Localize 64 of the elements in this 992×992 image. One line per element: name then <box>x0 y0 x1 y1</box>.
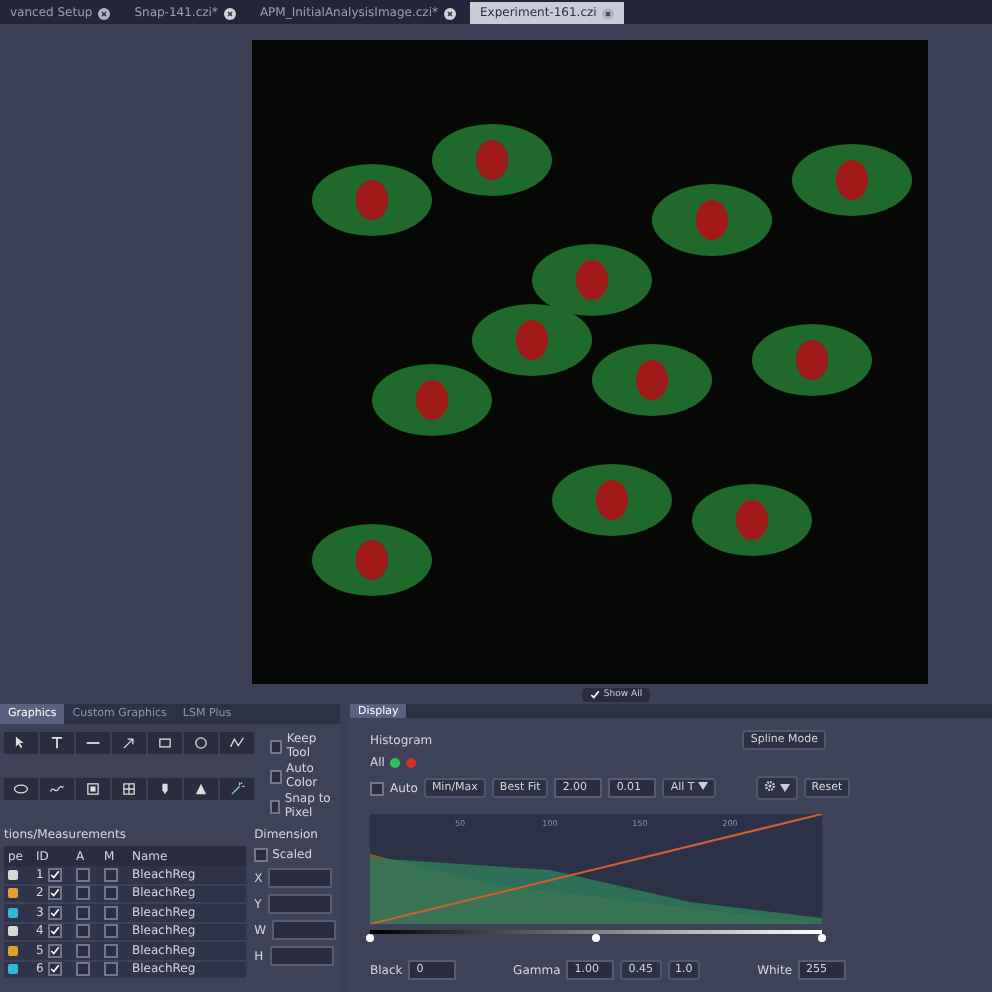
channel-dot[interactable] <box>390 758 401 768</box>
tool-button[interactable] <box>4 732 38 754</box>
frame-icon <box>84 779 102 797</box>
checkbox[interactable] <box>104 867 118 882</box>
close-icon[interactable] <box>602 7 615 19</box>
tool-button[interactable] <box>148 732 182 754</box>
close-icon[interactable] <box>444 7 456 19</box>
checkbox[interactable] <box>47 943 62 958</box>
checkbox[interactable] <box>104 962 118 977</box>
checkbox[interactable] <box>76 867 90 882</box>
slider-handle[interactable] <box>366 934 374 942</box>
checkbox[interactable] <box>47 867 62 882</box>
tool-button[interactable] <box>112 732 146 754</box>
tool-button[interactable] <box>4 777 38 799</box>
caret-icon <box>779 784 790 792</box>
caret-icon <box>698 782 708 790</box>
checkbox[interactable] <box>270 739 283 753</box>
tool-button[interactable] <box>40 732 74 754</box>
number-field[interactable] <box>268 868 333 888</box>
text-icon <box>48 734 66 752</box>
wand-icon <box>228 779 246 797</box>
checkbox[interactable] <box>47 886 62 901</box>
circle-icon <box>192 734 210 752</box>
checkbox[interactable] <box>104 886 118 901</box>
tool-button[interactable] <box>112 777 146 799</box>
slider-handle[interactable] <box>592 934 600 942</box>
checkbox[interactable] <box>76 924 90 939</box>
tool-button[interactable] <box>40 777 74 799</box>
check-icon <box>589 689 600 699</box>
checkbox[interactable] <box>76 943 90 958</box>
gear-icon <box>764 780 776 792</box>
tool-button[interactable] <box>76 732 110 754</box>
tool-button[interactable] <box>184 777 218 799</box>
close-icon[interactable] <box>223 7 236 19</box>
channel-dot[interactable] <box>406 758 417 768</box>
checkbox[interactable] <box>76 905 90 920</box>
checkbox[interactable] <box>104 905 118 920</box>
slider-handle[interactable] <box>818 934 826 942</box>
arrow-icon <box>120 734 138 752</box>
checkbox[interactable] <box>47 924 62 939</box>
ellipse-icon <box>12 779 30 797</box>
marker-icon <box>156 779 174 797</box>
checkbox[interactable] <box>76 886 90 901</box>
tool-button[interactable] <box>148 777 182 799</box>
number-field[interactable] <box>267 894 332 914</box>
tool-button[interactable] <box>184 732 218 754</box>
checkbox[interactable] <box>370 781 384 795</box>
checkbox[interactable] <box>270 769 282 783</box>
checkbox[interactable] <box>104 924 118 939</box>
checkbox[interactable] <box>76 962 90 977</box>
number-field[interactable] <box>272 920 336 940</box>
checkbox[interactable] <box>254 848 269 862</box>
checkbox[interactable] <box>104 943 118 958</box>
checkbox[interactable] <box>47 962 62 977</box>
checkbox[interactable] <box>47 905 62 920</box>
settings-button[interactable] <box>756 776 798 800</box>
close-icon[interactable] <box>98 7 111 19</box>
rectangle-icon <box>156 734 174 752</box>
tool-button[interactable] <box>76 777 110 799</box>
checkbox[interactable] <box>270 799 281 813</box>
number-field[interactable] <box>269 946 334 966</box>
tool-button[interactable] <box>220 732 254 754</box>
polyline-icon <box>228 734 246 752</box>
grid-icon <box>120 779 138 797</box>
